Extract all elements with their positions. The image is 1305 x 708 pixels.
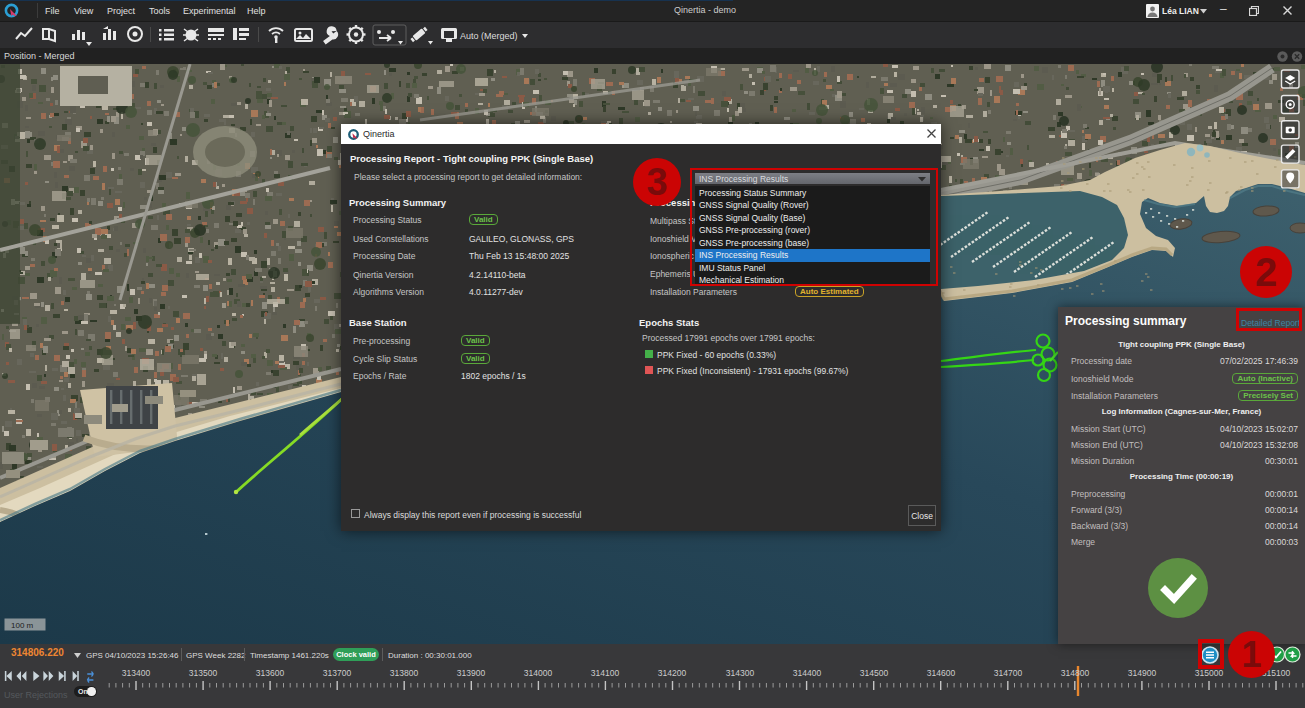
svg-text:100 m: 100 m (11, 621, 34, 630)
svg-text:Auto (Merged): Auto (Merged) (460, 31, 518, 41)
